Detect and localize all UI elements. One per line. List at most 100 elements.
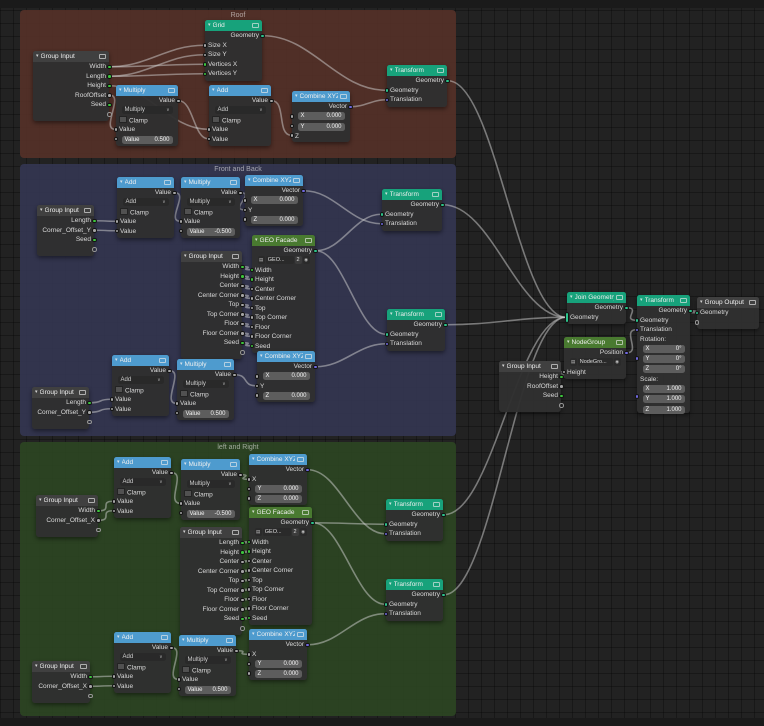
socket-output-value[interactable] [238, 472, 243, 477]
node-comb_fb_top[interactable]: ▾ Combine XYZ Vector X 0.000 Y Z 0.000 [242, 175, 306, 226]
socket-input-size-y[interactable] [202, 52, 207, 57]
value-field[interactable]: X 0.000 [297, 112, 345, 121]
node-tr_fb1[interactable]: ▾ Transform Geometry Geometry Translation [379, 189, 445, 231]
node-facade_lr[interactable]: ▾ GEO Facade Geometry ▤ GEO... 2 ◉ Width Height C… [246, 507, 315, 625]
collapse-arrow-icon[interactable]: ▾ [389, 499, 392, 510]
header-collapse-icon[interactable] [164, 179, 171, 186]
socket-input-top[interactable] [246, 577, 251, 582]
node-header[interactable]: ▾ Transform [387, 65, 447, 76]
value-field[interactable]: Y 0.000 [254, 659, 302, 668]
header-collapse-icon[interactable] [616, 339, 623, 346]
collapse-arrow-icon[interactable]: ▾ [390, 309, 393, 320]
collapse-arrow-icon[interactable]: ▾ [502, 361, 505, 372]
header-collapse-icon[interactable] [340, 93, 347, 100]
socket-output-value[interactable] [238, 190, 243, 195]
collapse-arrow-icon[interactable]: ▾ [640, 295, 643, 306]
collapse-arrow-icon[interactable]: ▾ [700, 297, 703, 308]
value-field[interactable]: Value 0.500 [182, 409, 229, 418]
socket-input-y[interactable] [246, 486, 251, 491]
node-comb_fb_bot[interactable]: ▾ Combine XYZ Vector X 0.000 Y Z 0.000 [254, 351, 318, 402]
socket-output-top[interactable] [240, 302, 245, 307]
socket-output-vector[interactable] [348, 104, 353, 109]
socket-input-translation[interactable] [379, 221, 384, 226]
nodegroup-name[interactable]: GEO... [265, 256, 294, 265]
socket-input-x[interactable] [254, 374, 259, 379]
socket-output-corner-offset-y[interactable] [87, 410, 92, 415]
collapse-arrow-icon[interactable]: ▾ [120, 177, 123, 188]
socket-input-value[interactable] [111, 683, 116, 688]
value-field[interactable]: Value 0.500 [184, 685, 231, 694]
socket-input-value[interactable] [111, 499, 116, 504]
socket-input-value[interactable] [174, 410, 179, 415]
socket-input-seed[interactable] [249, 343, 254, 348]
value-field[interactable]: X 0.000 [262, 372, 310, 381]
fake-user-icon[interactable]: ◉ [613, 358, 621, 367]
node-gi_right[interactable]: ▾ Group Input Height RoofOffset Seed [499, 361, 564, 412]
header-collapse-icon[interactable] [293, 177, 300, 184]
node-gi_lr_big[interactable]: ▾ Group Input Length Height Center Center Cor… [180, 527, 245, 635]
socket-output-seed[interactable] [559, 393, 564, 398]
header-collapse-icon[interactable] [224, 361, 231, 368]
collapse-arrow-icon[interactable]: ▾ [389, 579, 392, 590]
header-collapse-icon[interactable] [305, 237, 312, 244]
node-mult_roof[interactable]: ▾ Multiply Value Multiply ∨ Clamp Value Value 0.… [113, 85, 181, 146]
collapse-arrow-icon[interactable]: ▾ [117, 457, 120, 468]
socket-input-geometry[interactable] [379, 212, 384, 217]
node-header[interactable]: ▾ Add [209, 85, 271, 96]
header-collapse-icon[interactable] [297, 456, 304, 463]
socket-output-floor-corner[interactable] [240, 331, 245, 336]
header-collapse-icon[interactable] [159, 357, 166, 364]
socket-output-corner-offset-y[interactable] [92, 228, 97, 233]
collapse-arrow-icon[interactable]: ▾ [184, 177, 187, 188]
clamp-checkbox[interactable] [120, 207, 128, 216]
collapse-arrow-icon[interactable]: ▾ [212, 85, 215, 96]
socket-input-value[interactable] [111, 674, 116, 679]
socket-input-y[interactable] [246, 661, 251, 666]
socket-input-translation[interactable] [384, 97, 389, 102]
collapse-arrow-icon[interactable]: ▾ [570, 292, 573, 303]
socket-output-geometry[interactable] [310, 520, 315, 525]
header-collapse-icon[interactable] [437, 67, 444, 74]
socket-input-top-corner[interactable] [246, 587, 251, 592]
header-collapse-icon[interactable] [433, 501, 440, 508]
clamp-checkbox[interactable] [184, 207, 192, 216]
node-tr_lr1[interactable]: ▾ Transform Geometry Geometry Translation [383, 499, 446, 541]
socket-input-z[interactable] [242, 217, 247, 222]
socket-output-length[interactable] [107, 74, 112, 79]
socket-input-value[interactable] [109, 397, 114, 402]
header-collapse-icon[interactable] [99, 53, 106, 60]
socket-input-value[interactable] [114, 219, 119, 224]
collapse-arrow-icon[interactable]: ▾ [260, 351, 263, 362]
clamp-checkbox[interactable] [115, 385, 123, 394]
collapse-arrow-icon[interactable]: ▾ [35, 387, 38, 398]
value-field[interactable]: X 1.000 [642, 385, 685, 393]
header-collapse-icon[interactable] [84, 207, 91, 214]
node-header[interactable]: ▾ Group Input [499, 361, 561, 372]
node-header[interactable]: ▾ Group Input [32, 387, 89, 398]
fake-user-icon[interactable]: ◉ [302, 256, 310, 265]
header-collapse-icon[interactable] [79, 389, 86, 396]
operation-select[interactable]: Multiply ∨ [186, 480, 235, 489]
node-add_lr_top[interactable]: ▾ Add Value Add ∨ Clamp Value Value [111, 457, 174, 518]
header-collapse-icon[interactable] [161, 634, 168, 641]
socket-input-geometry[interactable] [384, 332, 389, 337]
header-collapse-icon[interactable] [435, 311, 442, 318]
value-field[interactable]: Z 0.000 [254, 495, 302, 503]
socket-input-height[interactable] [249, 277, 254, 282]
node-tr_lr2[interactable]: ▾ Transform Geometry Geometry Translation [383, 579, 446, 621]
operation-select[interactable]: Multiply ∨ [121, 106, 173, 115]
node-header[interactable]: ▾ Group Input [37, 205, 94, 216]
socket-output-value[interactable] [232, 372, 237, 377]
node-editor-canvas[interactable]: Roof Front and Back left and Right ▾ Group I… [0, 0, 764, 726]
value-field[interactable]: X 0° [642, 344, 685, 353]
collapse-arrow-icon[interactable]: ▾ [39, 495, 42, 506]
socket-output-seed[interactable] [107, 102, 112, 107]
value-field[interactable]: Z 0.000 [262, 392, 310, 400]
socket-input-vertices-x[interactable] [202, 62, 207, 67]
collapse-arrow-icon[interactable]: ▾ [184, 251, 187, 262]
socket-input-y[interactable] [254, 383, 259, 388]
socket-input-x[interactable] [242, 198, 247, 203]
socket-output-length[interactable] [92, 218, 97, 223]
socket-input-y[interactable] [242, 207, 247, 212]
socket-input-center-corner[interactable] [249, 296, 254, 301]
